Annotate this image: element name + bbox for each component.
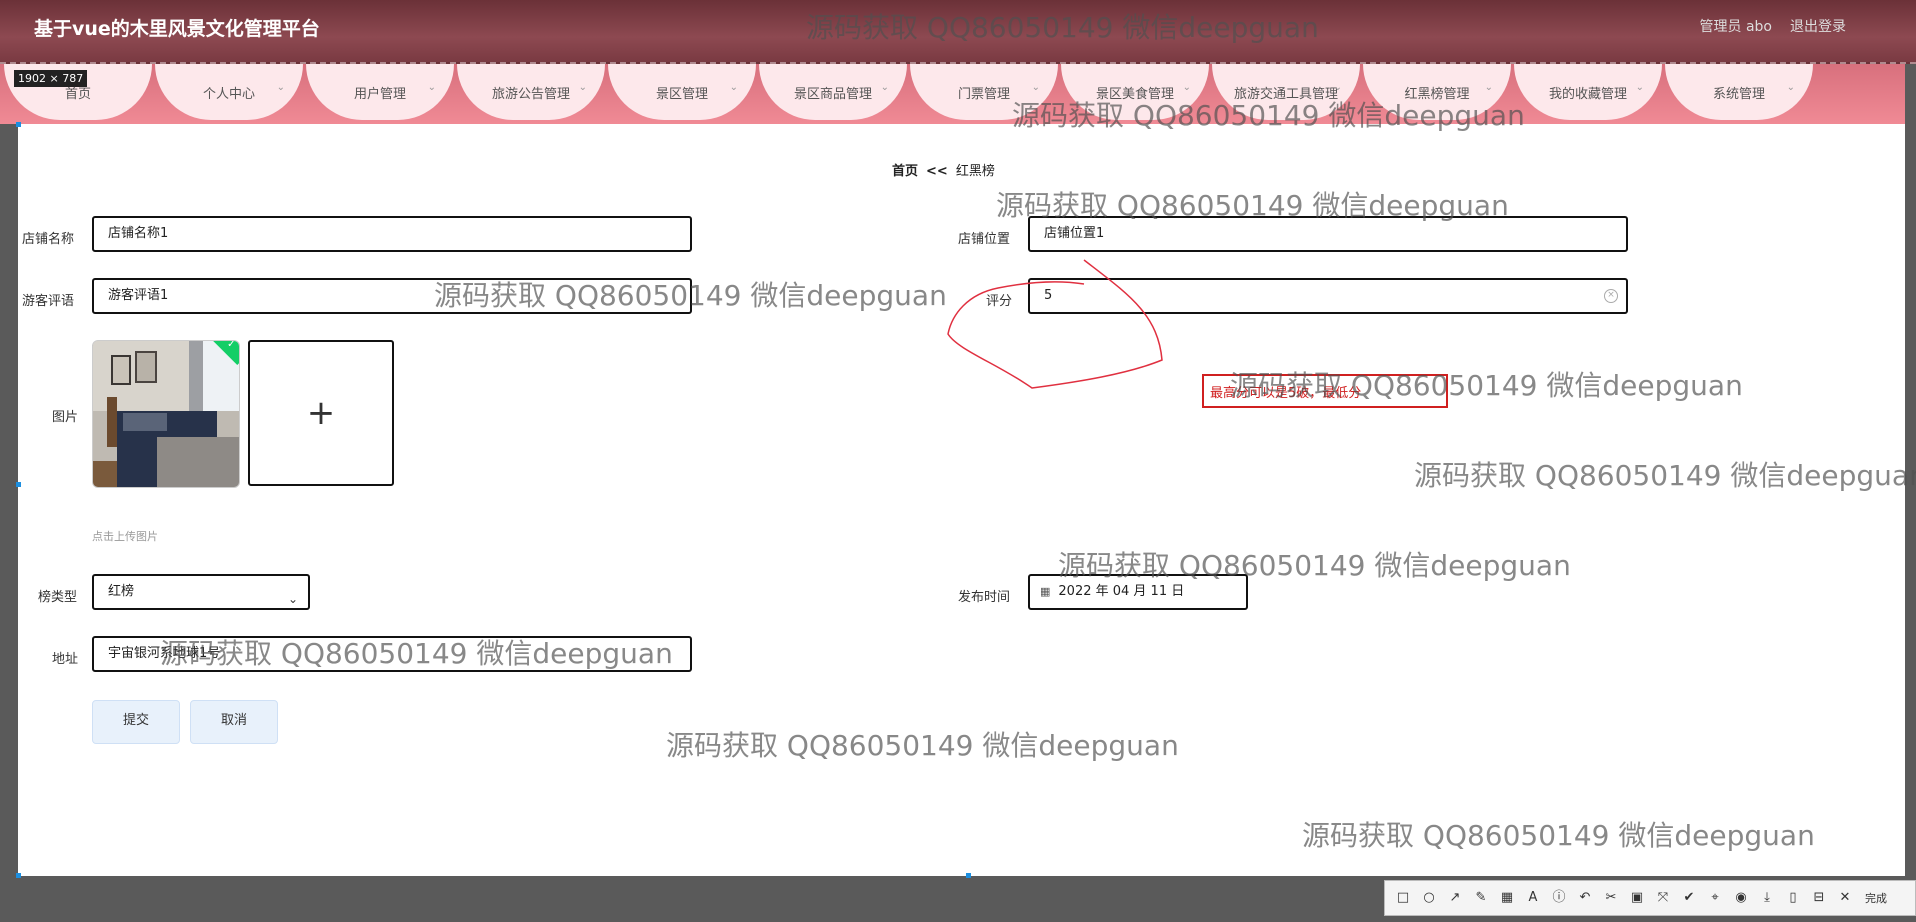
- publish-time-value: 2022 年 04 月 11 日: [1058, 584, 1185, 599]
- text-tool-icon[interactable]: A: [1523, 888, 1543, 908]
- clear-icon[interactable]: ×: [1604, 289, 1618, 303]
- nav-item-label: 门票管理: [957, 87, 1010, 102]
- nav-item-label: 系统管理: [1712, 87, 1765, 102]
- nav-item-label: 旅游交通工具管理: [1233, 87, 1338, 102]
- nav-item-scenic-management[interactable]: 景区管理 ⌄: [608, 64, 756, 120]
- cancel-button[interactable]: 取消: [190, 700, 278, 744]
- main-nav: 首页 个人中心 ⌄ 用户管理 ⌄ 旅游公告管理 ⌄ 景区管理 ⌄ 景区商品管理 ⌄ 门票管…: [0, 64, 1905, 124]
- chevron-down-icon: ⌄: [1484, 82, 1493, 93]
- nav-item-favorites-management[interactable]: 我的收藏管理 ⌄: [1514, 64, 1662, 120]
- cut-icon[interactable]: ✂: [1601, 888, 1621, 908]
- red-text-annotation: 最高分可以是5破，最低分: [1202, 374, 1448, 408]
- selection-handle[interactable]: [966, 873, 971, 878]
- plus-icon: +: [306, 393, 336, 433]
- snip-toolbar: □ ○ ↗ ✎ ▦ A ⓘ ↶ ✂ ▣ ⤧ ✔ ⌖ ◉ ⤓ ▯ ⊟ ✕ 完成: [1384, 880, 1916, 916]
- current-user: 管理员 abo: [1699, 19, 1772, 35]
- image-label: 图片: [52, 410, 79, 425]
- upload-button[interactable]: +: [248, 340, 394, 486]
- uploaded-image-thumbnail[interactable]: ✓: [92, 340, 240, 488]
- shop-location-input[interactable]: 店铺位置1: [1028, 216, 1628, 252]
- pen-tool-icon[interactable]: ✎: [1471, 888, 1491, 908]
- publish-time-label: 发布时间: [958, 590, 1011, 605]
- shop-name-label: 店铺名称: [22, 232, 75, 247]
- nav-item-label: 用户管理: [353, 87, 406, 102]
- download-icon[interactable]: ⤓: [1757, 888, 1777, 908]
- rectangle-tool-icon[interactable]: □: [1393, 888, 1413, 908]
- nav-item-announcement-management[interactable]: 旅游公告管理 ⌄: [457, 64, 605, 120]
- nav-item-label: 我的收藏管理: [1548, 87, 1627, 102]
- undo-icon[interactable]: ↶: [1575, 888, 1595, 908]
- nav-item-label: 个人中心: [202, 87, 255, 102]
- pin-icon[interactable]: ✔: [1679, 888, 1699, 908]
- review-label: 游客评语: [22, 294, 75, 309]
- form-panel: 首页 << 红黑榜 店铺名称 店铺名称1 店铺位置 店铺位置1 游客评语 游客评语1…: [18, 124, 1905, 876]
- breadcrumb-current: 红黑榜: [955, 164, 995, 179]
- breadcrumb-home[interactable]: 首页: [892, 164, 918, 179]
- publish-time-picker[interactable]: ▦ 2022 年 04 月 11 日: [1028, 574, 1248, 610]
- nav-item-label: 景区美食管理: [1095, 87, 1174, 102]
- phone-icon[interactable]: ▯: [1783, 888, 1803, 908]
- copy-icon[interactable]: ▣: [1627, 888, 1647, 908]
- address-label: 地址: [52, 652, 79, 667]
- red-scribble-annotation: [947, 259, 1163, 389]
- nav-item-product-management[interactable]: 景区商品管理 ⌄: [759, 64, 907, 120]
- list-type-select[interactable]: 红榜 ⌄: [92, 574, 310, 610]
- chevron-down-icon: ⌄: [1635, 82, 1644, 93]
- capture-size-badge: 1902 × 787: [14, 70, 88, 87]
- chevron-down-icon: ⌄: [287, 592, 298, 606]
- logout-link[interactable]: 退出登录: [1790, 16, 1846, 36]
- app-title: 基于vue的木里风景文化管理平台: [34, 18, 320, 40]
- nav-item-red-black-list-management[interactable]: 红黑榜管理 ⌄: [1363, 64, 1511, 120]
- chevron-down-icon: ⌄: [276, 82, 285, 93]
- chevron-down-icon: ⌄: [427, 82, 436, 93]
- shop-name-input[interactable]: 店铺名称1: [92, 216, 692, 252]
- close-icon[interactable]: ✕: [1835, 888, 1855, 908]
- shop-location-label: 店铺位置: [958, 232, 1011, 247]
- chevron-down-icon: ⌄: [1786, 82, 1795, 93]
- breadcrumb: 首页 << 红黑榜: [892, 160, 995, 179]
- submit-button[interactable]: 提交: [92, 700, 180, 744]
- nav-item-user-management[interactable]: 用户管理 ⌄: [306, 64, 454, 120]
- selection-handle[interactable]: [16, 873, 21, 878]
- done-button[interactable]: 完成: [1865, 890, 1887, 906]
- arrow-tool-icon[interactable]: ↗: [1445, 888, 1465, 908]
- scroll-capture-icon[interactable]: ⤧: [1653, 888, 1673, 908]
- nav-item-food-management[interactable]: 景区美食管理 ⌄: [1061, 64, 1209, 120]
- chevron-down-icon: ⌄: [729, 82, 738, 93]
- chevron-down-icon: ⌄: [1333, 82, 1342, 93]
- selection-handle[interactable]: [16, 122, 21, 127]
- mosaic-tool-icon[interactable]: ▦: [1497, 888, 1517, 908]
- address-input[interactable]: 宇宙银河系地球1号: [92, 636, 692, 672]
- selection-handle[interactable]: [16, 482, 21, 487]
- nav-item-label: 景区商品管理: [793, 87, 872, 102]
- breadcrumb-separator: <<: [926, 164, 948, 179]
- record-icon[interactable]: ◉: [1731, 888, 1751, 908]
- nav-item-label: 红黑榜管理: [1404, 87, 1470, 102]
- nav-item-label: 旅游公告管理: [491, 87, 570, 102]
- nav-item-personal-center[interactable]: 个人中心 ⌄: [155, 64, 303, 120]
- review-input[interactable]: 游客评语1: [92, 278, 692, 314]
- nav-item-transport-management[interactable]: 旅游交通工具管理 ⌄: [1212, 64, 1360, 120]
- app-header: 基于vue的木里风景文化管理平台 管理员 abo 退出登录: [0, 0, 1916, 64]
- nav-item-ticket-management[interactable]: 门票管理 ⌄: [910, 64, 1058, 120]
- chevron-down-icon: ⌄: [1182, 82, 1191, 93]
- bedroom-photo: [93, 341, 239, 487]
- calendar-icon: ▦: [1040, 585, 1051, 598]
- chevron-down-icon: ⌄: [880, 82, 889, 93]
- list-type-label: 榜类型: [38, 590, 78, 605]
- chevron-down-icon: ⌄: [578, 82, 587, 93]
- number-tool-icon[interactable]: ⓘ: [1549, 888, 1569, 908]
- list-type-value: 红榜: [108, 584, 135, 599]
- chevron-down-icon: ⌄: [1031, 82, 1040, 93]
- bookmark-icon[interactable]: ⊟: [1809, 888, 1829, 908]
- upload-hint: 点击上传图片: [92, 530, 158, 543]
- target-icon[interactable]: ⌖: [1705, 888, 1725, 908]
- nav-item-system-management[interactable]: 系统管理 ⌄: [1665, 64, 1813, 120]
- nav-item-label: 首页: [64, 87, 91, 102]
- ellipse-tool-icon[interactable]: ○: [1419, 888, 1439, 908]
- nav-item-label: 景区管理: [655, 87, 708, 102]
